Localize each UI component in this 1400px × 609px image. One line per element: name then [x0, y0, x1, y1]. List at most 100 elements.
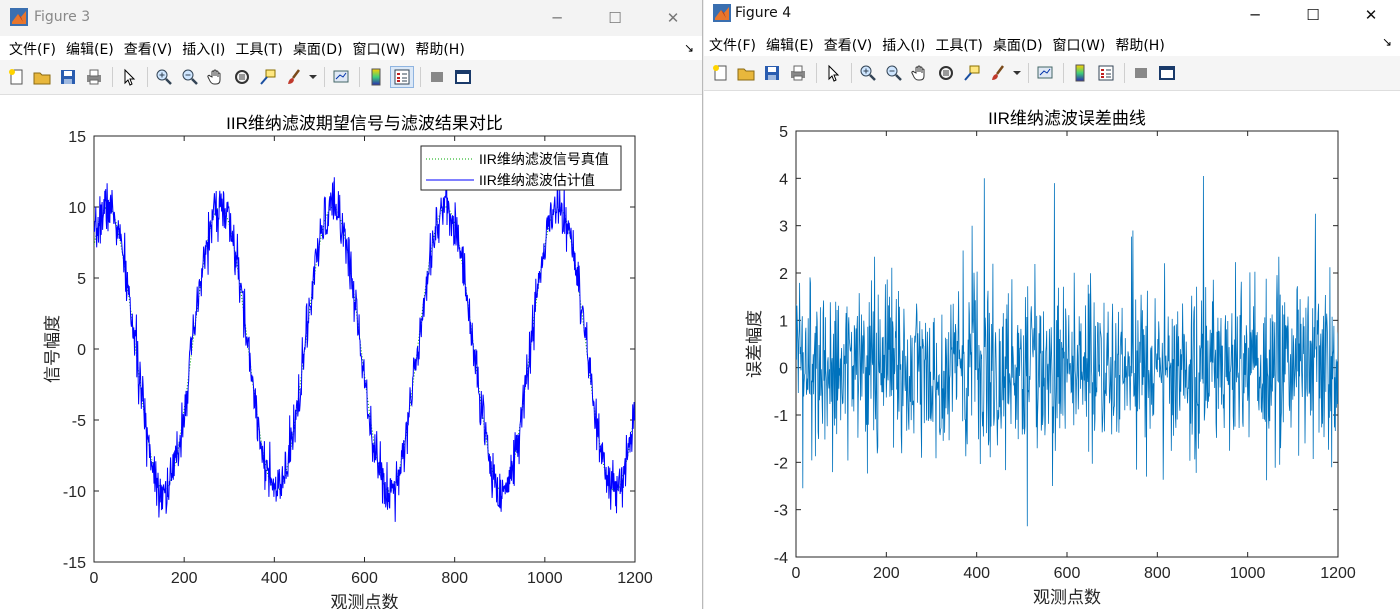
- x-tick-label: 800: [441, 570, 468, 587]
- menu-edit[interactable]: 编辑(E): [66, 39, 114, 59]
- brush-icon[interactable]: [282, 66, 306, 88]
- title-bar: Figure 3 ─ ☐ ✕: [0, 0, 702, 36]
- maximize-button[interactable]: ☐: [1284, 0, 1342, 30]
- show-plot-tools-icon[interactable]: [1155, 62, 1179, 84]
- brush-dropdown-icon[interactable]: [308, 66, 318, 88]
- x-axis-label: 观测点数: [331, 593, 399, 609]
- menu-file[interactable]: 文件(F): [709, 35, 756, 55]
- legend-icon[interactable]: [390, 66, 414, 88]
- save-icon[interactable]: [56, 66, 80, 88]
- rotate-3d-icon[interactable]: [230, 66, 254, 88]
- pan-hand-icon[interactable]: [204, 66, 228, 88]
- x-tick-label: 400: [963, 565, 990, 582]
- dock-arrow-icon[interactable]: ↘: [684, 41, 694, 55]
- menu-window[interactable]: 窗口(W): [353, 39, 406, 59]
- new-figure-icon[interactable]: [708, 62, 732, 84]
- window-title: Figure 3: [34, 9, 91, 25]
- x-axis-label: 观测点数: [1033, 588, 1101, 608]
- x-tick-label: 600: [1054, 565, 1081, 582]
- y-tick-label: 2: [779, 266, 788, 283]
- menu-desktop[interactable]: 桌面(D): [293, 39, 343, 59]
- figure-4-window: Figure 4 ─ ☐ ✕ 文件(F) 编辑(E) 查看(V) 插入(I) 工…: [704, 0, 1400, 609]
- y-tick-label: 1: [779, 313, 788, 330]
- y-tick-label: 3: [779, 219, 788, 236]
- menu-insert[interactable]: 插入(I): [182, 39, 225, 59]
- data-cursor-icon[interactable]: [960, 62, 984, 84]
- brush-dropdown-icon[interactable]: [1012, 62, 1022, 84]
- dock-arrow-icon[interactable]: ↘: [1382, 35, 1392, 49]
- figure-4-canvas[interactable]: 0 200 400 600 800 1000 1200 5 4 3 2 1 0 -1 -2 -3 -4 IIR维纳…: [704, 91, 1400, 609]
- x-tick-label: 1000: [1230, 565, 1266, 582]
- open-file-icon[interactable]: [30, 66, 54, 88]
- save-icon[interactable]: [760, 62, 784, 84]
- x-tick-label: 1000: [527, 570, 563, 587]
- hide-plot-tools-icon[interactable]: [1129, 62, 1153, 84]
- menu-bar: 文件(F) 编辑(E) 查看(V) 插入(I) 工具(T) 桌面(D) 窗口(W…: [0, 36, 702, 60]
- menu-bar: 文件(F) 编辑(E) 查看(V) 插入(I) 工具(T) 桌面(D) 窗口(W…: [704, 30, 1400, 56]
- legend-icon[interactable]: [1094, 62, 1118, 84]
- menu-help[interactable]: 帮助(H): [415, 39, 464, 59]
- zoom-in-icon[interactable]: [152, 66, 176, 88]
- x-tick-label: 0: [792, 565, 801, 582]
- menu-edit[interactable]: 编辑(E): [766, 35, 814, 55]
- y-tick-label: -2: [774, 455, 788, 472]
- print-icon[interactable]: [82, 66, 106, 88]
- maximize-button[interactable]: ☐: [586, 0, 644, 36]
- figure-toolbar: [704, 56, 1400, 91]
- colorbar-icon[interactable]: [1068, 62, 1092, 84]
- y-tick-label: -3: [774, 503, 788, 520]
- error-chart[interactable]: 0 200 400 600 800 1000 1200 5 4 3 2 1 0 -1 -2 -3 -4 IIR维纳…: [704, 91, 1400, 609]
- figure-3-window: Figure 3 ─ ☐ ✕ 文件(F) 编辑(E) 查看(V) 插入(I) 工…: [0, 0, 703, 609]
- figure-3-canvas[interactable]: 0 200 400 600 800 1000 1200 15 10 5 0 -5 -10 -15 IIR维纳…: [0, 95, 703, 609]
- x-tick-label: 800: [1144, 565, 1171, 582]
- title-bar: Figure 4 ─ ☐ ✕: [704, 0, 1400, 30]
- data-cursor-icon[interactable]: [256, 66, 280, 88]
- legend: IIR维纳滤波信号真值 IIR维纳滤波估计值: [420, 145, 622, 191]
- window-controls: ─ ☐ ✕: [528, 0, 702, 36]
- close-button[interactable]: ✕: [644, 0, 702, 36]
- x-tick-label: 400: [261, 570, 288, 587]
- pan-hand-icon[interactable]: [908, 62, 932, 84]
- menu-help[interactable]: 帮助(H): [1115, 35, 1164, 55]
- y-tick-label: 15: [68, 129, 86, 146]
- show-plot-tools-icon[interactable]: [451, 66, 475, 88]
- menu-insert[interactable]: 插入(I): [882, 35, 925, 55]
- menu-view[interactable]: 查看(V): [124, 39, 173, 59]
- y-axis-label: 信号幅度: [43, 315, 63, 383]
- hide-plot-tools-icon[interactable]: [425, 66, 449, 88]
- x-tick-label: 200: [171, 570, 198, 587]
- menu-view[interactable]: 查看(V): [824, 35, 873, 55]
- x-tick-label: 600: [351, 570, 378, 587]
- menu-desktop[interactable]: 桌面(D): [993, 35, 1043, 55]
- zoom-in-icon[interactable]: [856, 62, 880, 84]
- new-figure-icon[interactable]: [4, 66, 28, 88]
- menu-tools[interactable]: 工具(T): [235, 39, 282, 59]
- y-tick-label: 5: [779, 124, 788, 141]
- matlab-logo-icon: [713, 4, 731, 22]
- y-tick-label: 0: [779, 361, 788, 378]
- y-tick-label: 10: [68, 200, 86, 217]
- y-tick-label: 4: [779, 171, 788, 188]
- brush-icon[interactable]: [986, 62, 1010, 84]
- rotate-3d-icon[interactable]: [934, 62, 958, 84]
- menu-tools[interactable]: 工具(T): [935, 35, 982, 55]
- colorbar-icon[interactable]: [364, 66, 388, 88]
- minimize-button[interactable]: ─: [528, 0, 586, 36]
- x-tick-label: 200: [873, 565, 900, 582]
- close-button[interactable]: ✕: [1342, 0, 1400, 30]
- select-arrow-icon[interactable]: [821, 62, 845, 84]
- y-tick-label: -15: [63, 555, 86, 572]
- chart-title: IIR维纳滤波误差曲线: [988, 109, 1146, 128]
- link-plot-icon[interactable]: [1033, 62, 1057, 84]
- menu-file[interactable]: 文件(F): [9, 39, 56, 59]
- comparison-chart[interactable]: 0 200 400 600 800 1000 1200 15 10 5 0 -5 -10 -15 IIR维纳…: [0, 95, 703, 609]
- menu-window[interactable]: 窗口(W): [1053, 35, 1106, 55]
- link-plot-icon[interactable]: [329, 66, 353, 88]
- zoom-out-icon[interactable]: [882, 62, 906, 84]
- open-file-icon[interactable]: [734, 62, 758, 84]
- legend-label-truth: IIR维纳滤波信号真值: [479, 151, 609, 167]
- zoom-out-icon[interactable]: [178, 66, 202, 88]
- print-icon[interactable]: [786, 62, 810, 84]
- minimize-button[interactable]: ─: [1226, 0, 1284, 30]
- select-arrow-icon[interactable]: [117, 66, 141, 88]
